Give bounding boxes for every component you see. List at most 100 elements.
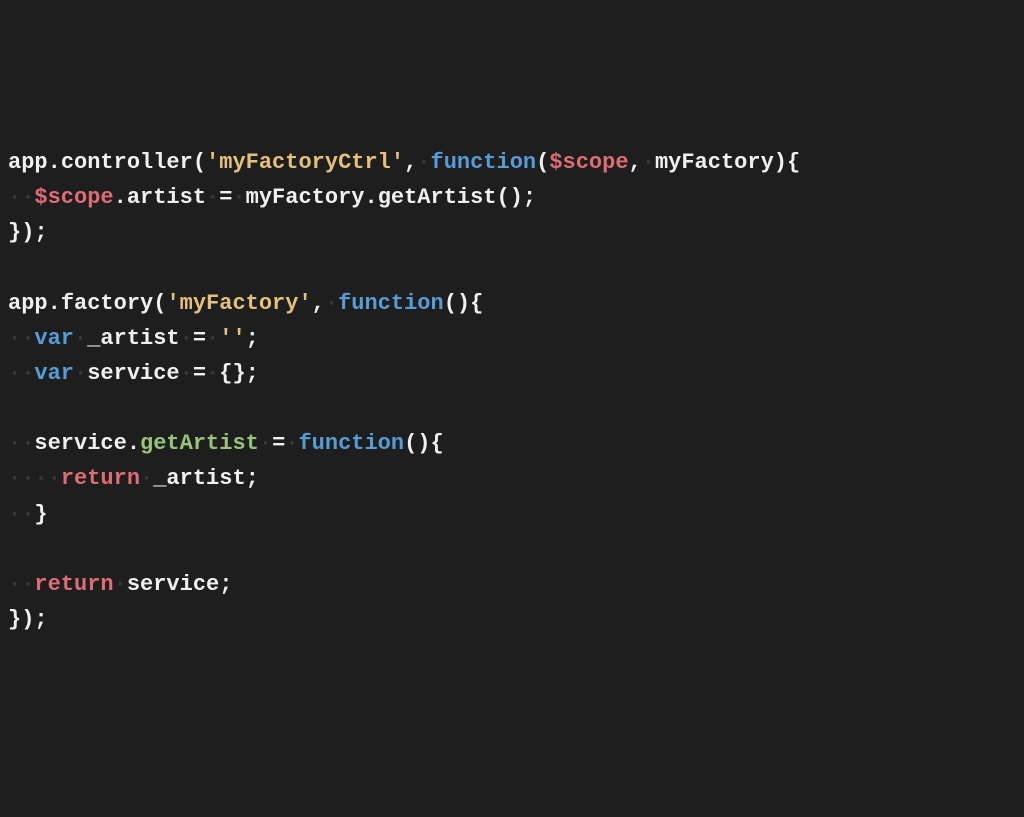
code-token: (	[536, 150, 549, 175]
code-line: ··var·_artist·=·'';	[8, 321, 1016, 356]
code-line: ··$scope.artist·=·myFactory.getArtist();	[8, 180, 1016, 215]
code-token: ;	[34, 607, 47, 632]
code-token: var	[34, 361, 74, 386]
code-token: ····	[8, 466, 61, 491]
code-token: =	[193, 326, 206, 351]
code-token: ·	[206, 361, 219, 386]
code-token: ··	[8, 502, 34, 527]
code-token: 'myFactoryCtrl'	[206, 150, 404, 175]
code-line: });	[8, 215, 1016, 250]
code-token: ;	[246, 466, 259, 491]
code-line: ····return·_artist;	[8, 461, 1016, 496]
code-token: myFactory	[246, 185, 365, 210]
code-token: =	[272, 431, 285, 456]
code-token: )	[774, 150, 787, 175]
code-token: ··	[8, 185, 34, 210]
code-token: }	[8, 607, 21, 632]
code-line: ··var·service·=·{};	[8, 356, 1016, 391]
code-line: app.factory('myFactory',·function(){	[8, 286, 1016, 321]
code-token: (	[497, 185, 510, 210]
code-token: ·	[180, 326, 193, 351]
code-token: 'myFactory'	[166, 291, 311, 316]
code-line	[8, 250, 1016, 285]
code-token: .	[127, 431, 140, 456]
code-token: (	[153, 291, 166, 316]
code-token: function	[298, 431, 404, 456]
code-token: getArtist	[140, 431, 259, 456]
code-token: ,	[404, 150, 417, 175]
code-line: });	[8, 602, 1016, 637]
code-token: controller	[61, 150, 193, 175]
code-token: function	[431, 150, 537, 175]
code-token: {	[219, 361, 232, 386]
code-token: service	[34, 431, 126, 456]
code-token: artist	[127, 185, 206, 210]
code-line: ··return·service;	[8, 567, 1016, 602]
code-token: ·	[206, 185, 219, 210]
code-token: .	[114, 185, 127, 210]
code-token: ·	[114, 572, 127, 597]
code-token: ·	[74, 326, 87, 351]
code-token: (	[444, 291, 457, 316]
code-token: ·	[180, 361, 193, 386]
code-token: ;	[246, 326, 259, 351]
code-token: service	[127, 572, 219, 597]
code-line: app.controller('myFactoryCtrl',·function…	[8, 145, 1016, 180]
code-token: ;	[219, 572, 232, 597]
code-token: ·	[325, 291, 338, 316]
code-token: var	[34, 326, 74, 351]
code-token: factory	[61, 291, 153, 316]
code-token: )	[457, 291, 470, 316]
code-token: ;	[34, 220, 47, 245]
code-token: )	[21, 220, 34, 245]
code-token: {	[787, 150, 800, 175]
code-line	[8, 532, 1016, 567]
code-editor[interactable]: app.controller('myFactoryCtrl',·function…	[8, 145, 1016, 638]
code-token: myFactory	[655, 150, 774, 175]
code-token: return	[61, 466, 140, 491]
code-token: ··	[8, 326, 34, 351]
code-token: ''	[219, 326, 245, 351]
code-token: ··	[8, 361, 34, 386]
code-token: _artist	[153, 466, 245, 491]
code-token: ;	[246, 361, 259, 386]
code-token: ·	[74, 361, 87, 386]
code-token: )	[510, 185, 523, 210]
code-token: ·	[140, 466, 153, 491]
code-token: $scope	[34, 185, 113, 210]
code-token: }	[8, 220, 21, 245]
code-token: .	[364, 185, 377, 210]
code-token: getArtist	[378, 185, 497, 210]
code-token: ·	[417, 150, 430, 175]
code-token: ··	[8, 572, 34, 597]
code-token: .	[48, 291, 61, 316]
code-token: )	[21, 607, 34, 632]
code-token: ·	[259, 431, 272, 456]
code-token: app	[8, 150, 48, 175]
code-token: return	[34, 572, 113, 597]
code-token: $scope	[549, 150, 628, 175]
code-token: =	[219, 185, 232, 210]
code-token: )	[417, 431, 430, 456]
code-token: =	[193, 361, 206, 386]
code-token: {	[431, 431, 444, 456]
code-token: _artist	[87, 326, 179, 351]
code-token: ··	[8, 431, 34, 456]
code-line	[8, 391, 1016, 426]
code-token: .	[48, 150, 61, 175]
code-token: app	[8, 291, 48, 316]
code-token: }	[34, 502, 47, 527]
code-token: ·	[206, 326, 219, 351]
code-token: ·	[285, 431, 298, 456]
code-token: function	[338, 291, 444, 316]
code-token: ,	[629, 150, 642, 175]
code-token: service	[87, 361, 179, 386]
code-token: ,	[312, 291, 325, 316]
code-token: ·	[642, 150, 655, 175]
code-token: {	[470, 291, 483, 316]
code-token: (	[193, 150, 206, 175]
code-line: ··service.getArtist·=·function(){	[8, 426, 1016, 461]
code-token: (	[404, 431, 417, 456]
code-token: ·	[232, 185, 245, 210]
code-token: }	[232, 361, 245, 386]
